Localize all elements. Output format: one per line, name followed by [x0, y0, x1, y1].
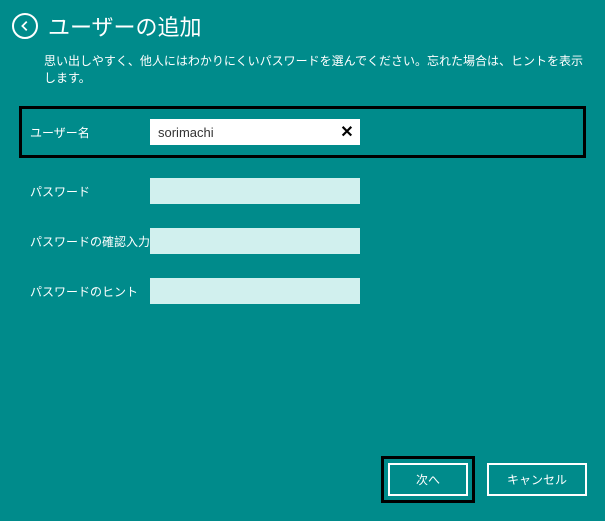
username-input-wrapper: ✕	[150, 119, 360, 145]
next-button[interactable]: 次へ	[388, 463, 468, 496]
password-confirm-label: パスワードの確認入力	[30, 233, 150, 250]
dialog-header: ユーザーの追加	[0, 0, 605, 46]
back-arrow-icon	[18, 19, 32, 33]
password-row: パスワード	[30, 178, 575, 204]
password-confirm-row: パスワードの確認入力	[30, 228, 575, 254]
password-hint-input[interactable]	[150, 278, 360, 304]
back-button[interactable]	[12, 13, 38, 39]
cancel-button[interactable]: キャンセル	[487, 463, 587, 496]
password-hint-row: パスワードのヒント	[30, 278, 575, 304]
username-label: ユーザー名	[30, 124, 150, 141]
page-title: ユーザーの追加	[48, 10, 202, 42]
username-row: ユーザー名 ✕	[19, 106, 586, 158]
username-input[interactable]	[150, 119, 360, 145]
clear-username-button[interactable]: ✕	[338, 123, 356, 141]
password-input[interactable]	[150, 178, 360, 204]
password-label: パスワード	[30, 183, 150, 200]
close-icon: ✕	[340, 122, 353, 142]
password-hint-label: パスワードのヒント	[30, 283, 150, 300]
password-confirm-input[interactable]	[150, 228, 360, 254]
form-area: ユーザー名 ✕ パスワード パスワードの確認入力 パスワードのヒント	[0, 106, 605, 304]
next-button-highlight: 次へ	[381, 456, 475, 503]
description-text: 思い出しやすく、他人にはわかりにくいパスワードを選んでください。忘れた場合は、ヒ…	[0, 46, 605, 106]
footer-buttons: 次へ キャンセル	[381, 456, 587, 503]
